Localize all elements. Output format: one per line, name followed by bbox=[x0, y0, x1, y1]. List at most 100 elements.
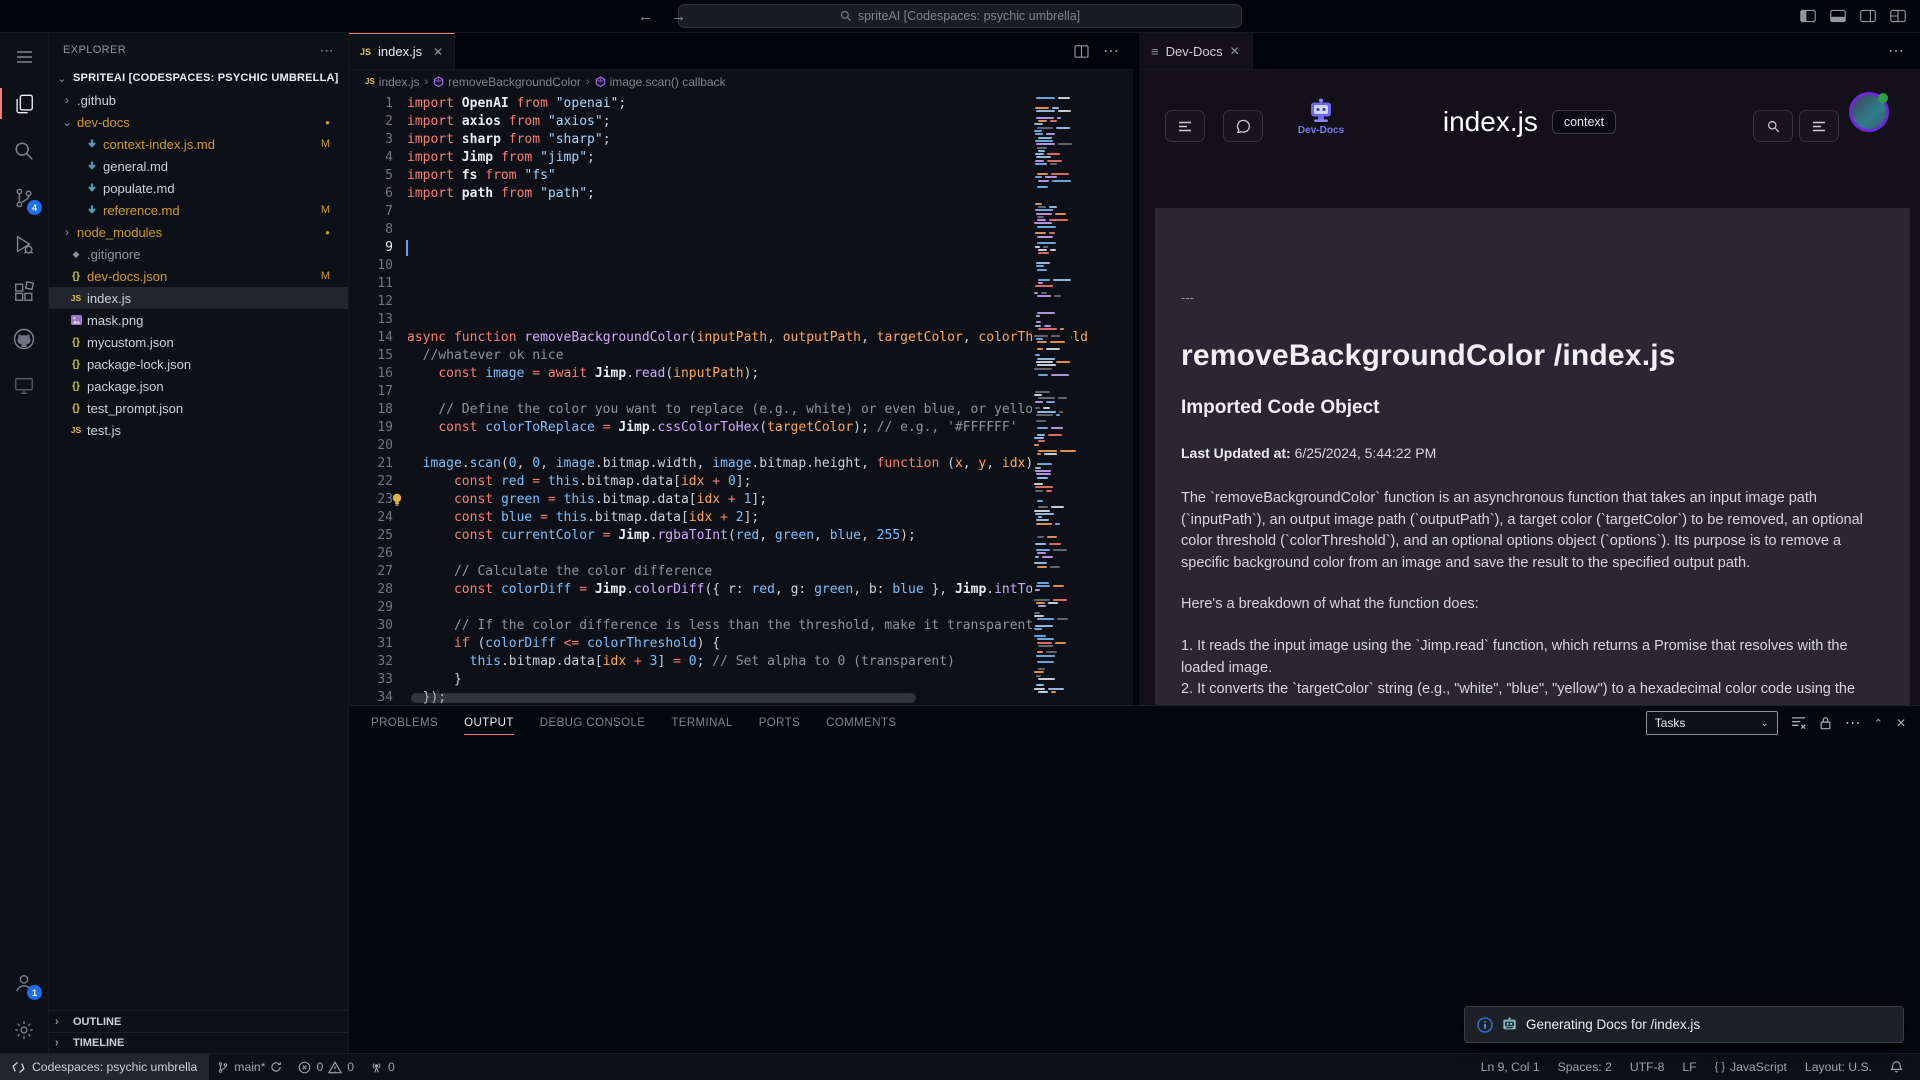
split-editor-icon[interactable] bbox=[1074, 45, 1089, 58]
doc-search-button[interactable] bbox=[1753, 110, 1793, 142]
code-line-22: 22 const red = this.bitmap.data[idx + 0]… bbox=[349, 473, 1133, 491]
breadcrumb-item-removebackgroundcolor[interactable]: removeBackgroundColor bbox=[433, 75, 581, 89]
extensions-icon[interactable] bbox=[0, 268, 48, 315]
panel-more-icon[interactable]: ⋯ bbox=[1845, 713, 1861, 733]
code-line-6: 6import path from "path"; bbox=[349, 185, 1133, 203]
section-timeline[interactable]: ›TIMELINE bbox=[49, 1032, 348, 1053]
panel-tab-terminal[interactable]: TERMINAL bbox=[671, 706, 732, 740]
panel-tab-problems[interactable]: PROBLEMS bbox=[371, 706, 438, 740]
image-icon bbox=[71, 315, 82, 325]
customize-layout-icon[interactable] bbox=[1890, 9, 1906, 23]
horizontal-scrollbar[interactable] bbox=[411, 693, 916, 703]
explorer-item-general-md[interactable]: general.md bbox=[49, 155, 348, 177]
git-modified-badge: M bbox=[321, 270, 330, 282]
tab-dev-docs[interactable]: ≡ Dev-Docs ✕ bbox=[1139, 33, 1253, 69]
explorer-item-node-modules[interactable]: ›node_modules● bbox=[49, 221, 348, 243]
notification-toast[interactable]: Generating Docs for /index.js bbox=[1464, 1006, 1904, 1043]
toggle-panel-icon[interactable] bbox=[1830, 9, 1846, 23]
remote-explorer-icon[interactable] bbox=[0, 362, 48, 409]
panel-tab-output[interactable]: OUTPUT bbox=[464, 706, 514, 740]
toggle-secondary-sidebar-icon[interactable] bbox=[1860, 9, 1876, 23]
file-label: context-index.js.md bbox=[103, 137, 215, 152]
chevron-down-icon: ⌄ bbox=[55, 72, 69, 85]
git-branch-status[interactable]: main* bbox=[209, 1054, 290, 1080]
notifications-bell-icon[interactable] bbox=[1881, 1054, 1912, 1080]
panel-tab-comments[interactable]: COMMENTS bbox=[826, 706, 896, 740]
code-editor[interactable]: 1import OpenAI from "openai";2import axi… bbox=[349, 93, 1133, 705]
markdown-icon bbox=[86, 204, 98, 216]
breadcrumb-item-index-js[interactable]: JSindex.js bbox=[365, 75, 419, 89]
file-label: mycustom.json bbox=[87, 335, 174, 350]
chevron-down-icon: ⌄ bbox=[59, 115, 75, 129]
errors-count: 0 bbox=[316, 1060, 323, 1074]
doc-menu-button[interactable] bbox=[1799, 110, 1839, 142]
code-line-33: 33 } bbox=[349, 671, 1133, 689]
radio-tower-icon bbox=[370, 1061, 383, 1074]
explorer-item-reference-md[interactable]: reference.mdM bbox=[49, 199, 348, 221]
source-control-icon[interactable]: 4 bbox=[0, 174, 48, 221]
explorer-item-context-index-js-md[interactable]: context-index.js.mdM bbox=[49, 133, 348, 155]
status-spaces-2[interactable]: Spaces: 2 bbox=[1549, 1054, 1621, 1080]
close-devdocs-tab-icon[interactable]: ✕ bbox=[1230, 44, 1240, 58]
problems-status[interactable]: 0 0 bbox=[290, 1054, 362, 1080]
minimap[interactable] bbox=[1032, 93, 1071, 705]
menu-icon[interactable] bbox=[0, 33, 48, 80]
clear-output-icon[interactable] bbox=[1791, 716, 1806, 730]
avatar[interactable] bbox=[1849, 92, 1889, 132]
explorer-item-github[interactable]: ›.github bbox=[49, 89, 348, 111]
file-label: .gitignore bbox=[87, 247, 140, 262]
search-sidebar-icon[interactable] bbox=[0, 127, 48, 174]
explorer-item-test-js[interactable]: JStest.js bbox=[49, 419, 348, 441]
remote-indicator[interactable]: Codespaces: psychic umbrella bbox=[0, 1054, 209, 1080]
toggle-sidebar-icon[interactable] bbox=[1800, 9, 1816, 23]
maximize-panel-icon[interactable]: ⌃ bbox=[1874, 717, 1883, 730]
run-debug-icon[interactable] bbox=[0, 221, 48, 268]
explorer-item-package-lock-json[interactable]: {}package-lock.json bbox=[49, 353, 348, 375]
close-panel-icon[interactable]: ✕ bbox=[1896, 716, 1906, 730]
list-icon bbox=[1812, 121, 1826, 132]
output-channel-select[interactable]: Tasks ⌄ bbox=[1646, 711, 1778, 735]
section-outline[interactable]: ›OUTLINE bbox=[49, 1011, 348, 1032]
nav-back-icon[interactable]: ← bbox=[638, 8, 653, 25]
lock-icon[interactable] bbox=[1819, 716, 1832, 730]
close-tab-icon[interactable]: ✕ bbox=[433, 45, 443, 59]
explorer-item-populate-md[interactable]: populate.md bbox=[49, 177, 348, 199]
nav-forward-icon[interactable]: → bbox=[671, 8, 686, 25]
status-utf-8[interactable]: UTF-8 bbox=[1621, 1054, 1674, 1080]
panel-tab-debug-console[interactable]: DEBUG CONSOLE bbox=[540, 706, 646, 740]
editor-more-icon[interactable]: ⋯ bbox=[1103, 41, 1119, 61]
breadcrumb-separator: › bbox=[586, 76, 590, 88]
status-ln-9-col-1[interactable]: Ln 9, Col 1 bbox=[1472, 1054, 1549, 1080]
status-lf[interactable]: LF bbox=[1673, 1054, 1705, 1080]
accounts-icon[interactable]: 1 bbox=[0, 959, 48, 1006]
explorer-icon[interactable] bbox=[0, 80, 48, 127]
code-line-12: 12 bbox=[349, 293, 1133, 311]
status-javascript[interactable]: { }JavaScript bbox=[1706, 1054, 1796, 1080]
breadcrumb-item-image-scan-callback[interactable]: image.scan() callback bbox=[595, 75, 726, 89]
explorer-item-package-json[interactable]: {}package.json bbox=[49, 375, 348, 397]
explorer-item-mycustom-json[interactable]: {}mycustom.json bbox=[49, 331, 348, 353]
status-layout-u-s[interactable]: Layout: U.S. bbox=[1796, 1054, 1881, 1080]
project-root-row[interactable]: ⌄ SPRITEAI [CODESPACES: PSYCHIC UMBRELLA… bbox=[49, 67, 348, 89]
context-badge[interactable]: context bbox=[1552, 110, 1616, 134]
devdocs-more-icon[interactable]: ⋯ bbox=[1888, 41, 1920, 61]
settings-gear-icon[interactable] bbox=[0, 1006, 48, 1053]
explorer-item-dev-docs-json[interactable]: {}dev-docs.jsonM bbox=[49, 265, 348, 287]
explorer-item-index-js[interactable]: JSindex.js bbox=[49, 287, 348, 309]
markdown-icon bbox=[86, 182, 98, 194]
lightbulb-icon[interactable] bbox=[391, 493, 403, 507]
markdown-icon bbox=[86, 160, 98, 172]
panel-tab-ports[interactable]: PORTS bbox=[759, 706, 800, 740]
command-center-search[interactable]: spriteAI [Codespaces: psychic umbrella] bbox=[678, 4, 1242, 28]
github-icon[interactable] bbox=[0, 315, 48, 362]
ports-status[interactable]: 0 bbox=[362, 1054, 403, 1080]
explorer-more-icon[interactable]: ⋯ bbox=[320, 42, 334, 59]
js-file-icon: JS bbox=[360, 47, 371, 57]
explorer-item-test-prompt-json[interactable]: {}test_prompt.json bbox=[49, 397, 348, 419]
tab-index-js[interactable]: JS index.js ✕ bbox=[349, 33, 455, 69]
doc-paragraph: The `removeBackgroundColor` function is … bbox=[1181, 488, 1884, 574]
explorer-item-mask-png[interactable]: mask.png bbox=[49, 309, 348, 331]
explorer-item-dev-docs[interactable]: ⌄dev-docs● bbox=[49, 111, 348, 133]
explorer-item-gitignore[interactable]: ◆.gitignore bbox=[49, 243, 348, 265]
json-icon: {} bbox=[72, 403, 80, 414]
